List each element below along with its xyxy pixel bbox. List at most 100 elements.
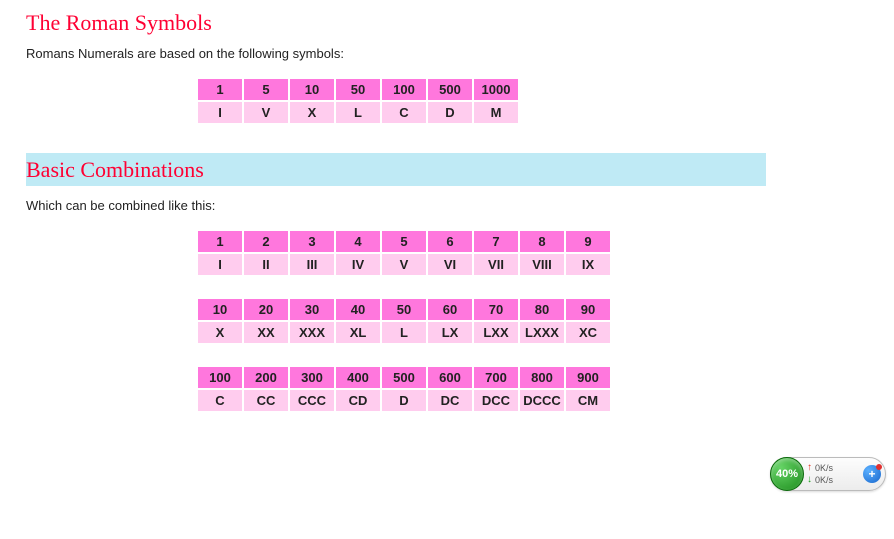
num-cell: 500 [382, 367, 426, 388]
rom-cell: XXX [290, 322, 334, 343]
rom-cell: VIII [520, 254, 564, 275]
rom-cell: V [382, 254, 426, 275]
rom-cell: LXX [474, 322, 518, 343]
symbols-rom-cell: L [336, 102, 380, 123]
upload-value: 0K/s [815, 463, 833, 474]
rom-cell: C [198, 390, 242, 411]
num-cell: 700 [474, 367, 518, 388]
combo-table-2: 10 20 30 40 50 60 70 80 90 X XX XXX XL L… [196, 297, 612, 345]
num-cell: 3 [290, 231, 334, 252]
num-cell: 70 [474, 299, 518, 320]
add-button[interactable]: + [863, 465, 881, 483]
rom-cell: LX [428, 322, 472, 343]
rom-cell: I [198, 254, 242, 275]
symbols-rom-cell: X [290, 102, 334, 123]
upload-rate: ↑ 0K/s [807, 462, 863, 474]
rom-cell: III [290, 254, 334, 275]
table-row: X XX XXX XL L LX LXX LXXX XC [198, 322, 610, 343]
rom-cell: IV [336, 254, 380, 275]
symbols-num-row: 1 5 10 50 100 500 1000 [198, 79, 518, 100]
num-cell: 2 [244, 231, 288, 252]
combo-table-1: 1 2 3 4 5 6 7 8 9 I II III IV V VI VII V… [196, 229, 612, 277]
heading-bar: Basic Combinations [26, 153, 766, 186]
combo-table-1-wrap: 1 2 3 4 5 6 7 8 9 I II III IV V VI VII V… [196, 229, 868, 277]
rom-cell: VII [474, 254, 518, 275]
rom-cell: LXXX [520, 322, 564, 343]
rom-cell: IX [566, 254, 610, 275]
symbols-rom-cell: I [198, 102, 242, 123]
rom-cell: DCC [474, 390, 518, 411]
num-cell: 80 [520, 299, 564, 320]
rates-box: ↑ 0K/s ↓ 0K/s [804, 462, 863, 486]
num-cell: 30 [290, 299, 334, 320]
table-row: C CC CCC CD D DC DCC DCCC CM [198, 390, 610, 411]
num-cell: 10 [198, 299, 242, 320]
num-cell: 50 [382, 299, 426, 320]
symbols-num-cell: 100 [382, 79, 426, 100]
symbols-rom-cell: M [474, 102, 518, 123]
rom-cell: L [382, 322, 426, 343]
intro-basic-combinations: Which can be combined like this: [26, 198, 868, 213]
symbols-rom-row: I V X L C D M [198, 102, 518, 123]
symbols-rom-cell: D [428, 102, 472, 123]
rom-cell: CM [566, 390, 610, 411]
page-content: The Roman Symbols Romans Numerals are ba… [0, 0, 894, 413]
num-cell: 9 [566, 231, 610, 252]
arrow-down-icon: ↓ [807, 474, 812, 486]
combo-table-2-wrap: 10 20 30 40 50 60 70 80 90 X XX XXX XL L… [196, 297, 868, 345]
table-row: 100 200 300 400 500 600 700 800 900 [198, 367, 610, 388]
num-cell: 600 [428, 367, 472, 388]
combo-table-3: 100 200 300 400 500 600 700 800 900 C CC… [196, 365, 612, 413]
rom-cell: XL [336, 322, 380, 343]
num-cell: 8 [520, 231, 564, 252]
rom-cell: XX [244, 322, 288, 343]
symbols-num-cell: 50 [336, 79, 380, 100]
num-cell: 800 [520, 367, 564, 388]
num-cell: 20 [244, 299, 288, 320]
heading-roman-symbols: The Roman Symbols [26, 10, 868, 36]
num-cell: 60 [428, 299, 472, 320]
symbols-table-wrap: 1 5 10 50 100 500 1000 I V X L C D M [196, 77, 868, 125]
table-row: 1 2 3 4 5 6 7 8 9 [198, 231, 610, 252]
table-row: 10 20 30 40 50 60 70 80 90 [198, 299, 610, 320]
symbols-num-cell: 1 [198, 79, 242, 100]
num-cell: 200 [244, 367, 288, 388]
table-row: I II III IV V VI VII VIII IX [198, 254, 610, 275]
symbols-rom-cell: V [244, 102, 288, 123]
rom-cell: CC [244, 390, 288, 411]
rom-cell: VI [428, 254, 472, 275]
symbols-table: 1 5 10 50 100 500 1000 I V X L C D M [196, 77, 520, 125]
num-cell: 400 [336, 367, 380, 388]
arrow-up-icon: ↑ [807, 462, 812, 474]
download-value: 0K/s [815, 475, 833, 486]
percent-gauge[interactable]: 40% [770, 457, 804, 491]
symbols-rom-cell: C [382, 102, 426, 123]
rom-cell: II [244, 254, 288, 275]
symbols-num-cell: 1000 [474, 79, 518, 100]
rom-cell: DC [428, 390, 472, 411]
download-rate: ↓ 0K/s [807, 474, 863, 486]
symbols-num-cell: 500 [428, 79, 472, 100]
num-cell: 5 [382, 231, 426, 252]
rom-cell: D [382, 390, 426, 411]
rom-cell: X [198, 322, 242, 343]
rom-cell: DCCC [520, 390, 564, 411]
rom-cell: CCC [290, 390, 334, 411]
combo-table-3-wrap: 100 200 300 400 500 600 700 800 900 C CC… [196, 365, 868, 413]
symbols-num-cell: 5 [244, 79, 288, 100]
num-cell: 300 [290, 367, 334, 388]
num-cell: 100 [198, 367, 242, 388]
num-cell: 900 [566, 367, 610, 388]
network-widget[interactable]: 40% ↑ 0K/s ↓ 0K/s + [770, 457, 886, 491]
num-cell: 4 [336, 231, 380, 252]
num-cell: 90 [566, 299, 610, 320]
heading-basic-combinations: Basic Combinations [26, 157, 766, 183]
num-cell: 7 [474, 231, 518, 252]
intro-roman-symbols: Romans Numerals are based on the followi… [26, 46, 868, 61]
rom-cell: XC [566, 322, 610, 343]
rom-cell: CD [336, 390, 380, 411]
num-cell: 1 [198, 231, 242, 252]
num-cell: 6 [428, 231, 472, 252]
num-cell: 40 [336, 299, 380, 320]
symbols-num-cell: 10 [290, 79, 334, 100]
